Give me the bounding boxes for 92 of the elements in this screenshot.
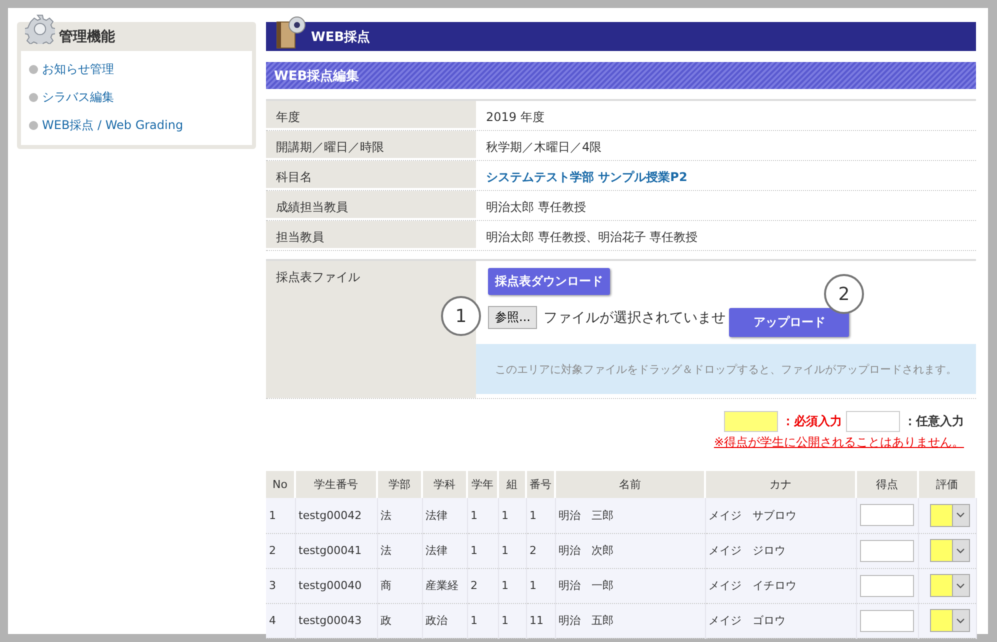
caret-icon — [956, 618, 965, 624]
info-label: 成績担当教員 — [276, 200, 348, 214]
book-icon — [276, 16, 308, 50]
column-header: 名前 — [555, 471, 705, 498]
sidebar-link[interactable]: WEB採点 / Web Grading — [42, 116, 184, 134]
table-cell: 2 — [467, 568, 498, 603]
grade-select[interactable] — [930, 574, 970, 597]
table-cell: 1 — [498, 568, 526, 603]
table-cell: testg00040 — [295, 568, 377, 603]
table-cell: 1 — [498, 603, 526, 638]
column-header: 評価 — [918, 471, 976, 498]
table-cell: メイジ ジロウ — [705, 533, 856, 568]
legend-label: ：必須入力 — [782, 413, 842, 430]
column-header: No — [266, 471, 295, 498]
column-header: 学部 — [377, 471, 422, 498]
drop-hint: このエリアに対象ファイルをドラッグ＆ドロップすると、ファイルがアップロードされます。 — [495, 362, 957, 376]
table-cell: 1 — [467, 533, 498, 568]
table-cell: 法律 — [422, 533, 467, 568]
caret-icon — [956, 582, 965, 588]
score-field[interactable] — [860, 574, 914, 596]
optional-swatch — [846, 411, 900, 432]
grade-select[interactable] — [930, 609, 970, 632]
upload-button[interactable]: アップロード — [729, 308, 850, 337]
notice-text: ※得点が学生に公開されることはありません。 — [714, 435, 964, 449]
grade-select[interactable] — [930, 504, 970, 527]
table-cell: 1 — [526, 568, 555, 603]
score-field[interactable] — [860, 540, 914, 562]
table-cell: testg00041 — [295, 533, 377, 568]
download-button[interactable]: 採点表ダウンロード — [488, 268, 610, 295]
table-cell: 1 — [467, 603, 498, 638]
bullet-icon — [29, 92, 38, 102]
caret-icon — [956, 548, 965, 554]
column-header: 学生番号 — [295, 471, 377, 498]
column-header: 得点 — [856, 471, 918, 498]
required-swatch — [724, 411, 778, 432]
table-cell: 法 — [377, 533, 422, 568]
table-cell: 政 — [377, 603, 422, 638]
info-value: 2019 年度 — [486, 110, 544, 124]
bullet-icon — [29, 64, 38, 74]
table-cell: 1 — [498, 533, 526, 568]
grade-select[interactable] — [930, 539, 970, 562]
table-cell: 明治 次郎 — [555, 533, 705, 568]
info-label: 担当教員 — [276, 230, 324, 244]
info-value: 明治太郎 専任教授、明治花子 専任教授 — [486, 230, 698, 244]
browse-button[interactable]: 参照... — [488, 306, 538, 329]
score-field[interactable] — [860, 610, 914, 632]
column-header: 学科 — [422, 471, 467, 498]
column-header: カナ — [705, 471, 856, 498]
table-cell: 4 — [266, 603, 295, 638]
column-header: 組 — [498, 471, 526, 498]
table-cell: 明治 三郎 — [555, 498, 705, 533]
info-label: 採点表ファイル — [276, 270, 360, 284]
info-label: 年度 — [276, 110, 300, 124]
callout-marker: 2 — [824, 274, 864, 314]
table-cell: 明治 五郎 — [555, 603, 705, 638]
table-cell: 1 — [526, 498, 555, 533]
bullet-icon — [29, 120, 38, 130]
sidebar-title: 管理機能 — [59, 28, 115, 46]
score-field[interactable] — [860, 504, 914, 526]
table-cell: 1 — [266, 498, 295, 533]
sidebar-link[interactable]: お知らせ管理 — [42, 60, 114, 78]
table-cell: 商 — [377, 568, 422, 603]
sidebar-link[interactable]: シラバス編集 — [42, 88, 114, 106]
table-cell: 3 — [266, 568, 295, 603]
table-cell: メイジ イチロウ — [705, 568, 856, 603]
table-cell: testg00043 — [295, 603, 377, 638]
table-cell: 1 — [498, 498, 526, 533]
column-header: 番号 — [526, 471, 555, 498]
table-cell: 1 — [467, 498, 498, 533]
info-label: 開講期／曜日／時限 — [276, 140, 384, 154]
table-cell: メイジ ゴロウ — [705, 603, 856, 638]
course-link[interactable]: システムテスト学部 サンプル授業P2 — [486, 170, 688, 184]
legend-label: ：任意入力 — [904, 413, 964, 430]
gear-icon — [25, 14, 55, 44]
table-cell: 法 — [377, 498, 422, 533]
table-cell: 政治 — [422, 603, 467, 638]
info-value: 明治太郎 専任教授 — [486, 200, 586, 214]
info-value: 秋学期／木曜日／4限 — [486, 140, 602, 154]
file-status: ファイルが選択されていませ — [543, 308, 726, 326]
table-cell: 法律 — [422, 498, 467, 533]
section-title: WEB採点編集 — [274, 68, 360, 84]
table-cell: testg00042 — [295, 498, 377, 533]
page-title: WEB採点 — [311, 28, 370, 46]
table-cell: 明治 一郎 — [555, 568, 705, 603]
column-header: 学年 — [467, 471, 498, 498]
table-cell: 2 — [526, 533, 555, 568]
info-label: 科目名 — [276, 170, 312, 184]
table-cell: メイジ サブロウ — [705, 498, 856, 533]
table-cell: 2 — [266, 533, 295, 568]
table-cell: 産業経 — [422, 568, 467, 603]
table-cell: 11 — [526, 603, 555, 638]
caret-icon — [956, 512, 965, 518]
